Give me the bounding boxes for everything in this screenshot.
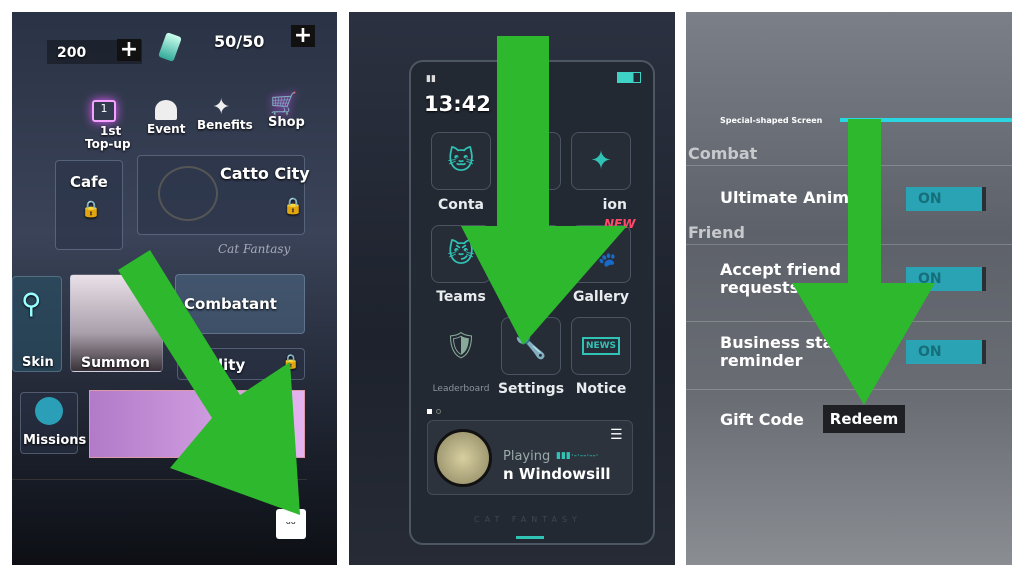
waveform-icon: ▮▮▮·-·--·--·: [556, 451, 599, 461]
skin-tile[interactable]: ⚲ Skin: [12, 276, 62, 372]
summon-tile[interactable]: Summon: [70, 274, 163, 372]
cafe-label: Cafe: [70, 173, 108, 191]
signal-icon: ▮▮: [426, 74, 436, 84]
notice-label[interactable]: Notice: [561, 381, 641, 397]
cat-fantasy-logo: Cat Fantasy: [218, 242, 291, 256]
skin-label: Skin: [22, 355, 54, 370]
missions-icon: [35, 397, 63, 425]
settings-icon[interactable]: 🔧: [501, 317, 561, 375]
playing-status: Playing: [503, 449, 551, 464]
business-reminder-label: Business stat reminder: [720, 333, 842, 370]
add-currency-button[interactable]: +: [117, 39, 141, 61]
home-indicator[interactable]: [516, 536, 544, 539]
hidden-app-icon[interactable]: [501, 132, 561, 190]
accept-friend-toggle[interactable]: ON: [906, 267, 982, 291]
track-title: n Windowsill: [503, 465, 611, 483]
top-up-label[interactable]: 1st: [100, 124, 121, 138]
lock-icon: 🔒: [282, 354, 300, 370]
divider: [686, 321, 1012, 322]
friends-label[interactable]: Fr s: [491, 289, 571, 305]
phone-menu-screen: ▮▮ 13:42 🐱 Conta ✦ ion 😼 Teams Fr s 🐾 NE…: [349, 12, 675, 565]
combatant-label: Combatant: [184, 295, 277, 313]
special-screen-slider[interactable]: [840, 118, 1012, 122]
event-icon[interactable]: [155, 100, 177, 120]
special-screen-label: Special-shaped Screen: [720, 116, 823, 125]
missions-tile[interactable]: Missions: [20, 392, 86, 454]
top-up-icon[interactable]: 1: [92, 100, 116, 122]
playlist-icon[interactable]: ☰: [610, 427, 623, 443]
hanger-icon: ⚲: [21, 287, 42, 320]
benefits-icon[interactable]: ✦: [212, 96, 236, 120]
radar-icon: [158, 166, 218, 221]
business-reminder-toggle[interactable]: ON: [906, 340, 982, 364]
divider: [686, 244, 1012, 245]
battery-icon: [617, 72, 641, 83]
lock-icon: 🔒: [81, 199, 101, 218]
event-button[interactable]: Event: [147, 122, 185, 136]
leaderboard-icon[interactable]: 🛡: [431, 317, 491, 375]
add-stamina-button[interactable]: +: [291, 25, 315, 47]
storm-banner[interactable]: [89, 390, 305, 458]
cat-menu-icon[interactable]: ᵕᵕ: [276, 509, 306, 539]
friends-icon[interactable]: [501, 225, 561, 283]
contacts-label[interactable]: Conta: [421, 197, 501, 213]
missions-label: Missions: [23, 433, 87, 448]
chat-label: AT: [284, 492, 295, 502]
contacts-app-icon[interactable]: 🐱: [431, 132, 491, 190]
shop-icon[interactable]: 🛒: [270, 92, 298, 117]
redeem-button[interactable]: Redeem: [823, 405, 905, 433]
gift-code-label: Gift Code: [720, 410, 804, 429]
summon-label: Summon: [81, 355, 150, 371]
divider: [12, 479, 307, 480]
star-moon-icon[interactable]: ✦: [571, 132, 631, 190]
leaderboard-label[interactable]: Leaderboard: [421, 384, 501, 394]
teams-label[interactable]: Teams: [421, 289, 501, 305]
music-player[interactable]: ☰ Playing ▮▮▮·-·--·--· n Windowsill: [427, 420, 633, 495]
album-art: [434, 429, 492, 487]
benefits-button[interactable]: Benefits: [197, 118, 253, 132]
footer-logo: CAT FANTASY: [474, 515, 582, 524]
ultimate-animation-label: Ultimate Anima: [720, 188, 860, 207]
ability-label: lity: [218, 356, 246, 374]
settings-label[interactable]: Settings: [491, 381, 571, 397]
divider: [686, 389, 1012, 390]
stamina-value: 50/50: [214, 32, 265, 51]
cafe-tile[interactable]: Cafe 🔒: [55, 160, 123, 250]
page-dot-active[interactable]: [427, 409, 432, 414]
lock-icon: 🔒: [283, 196, 303, 215]
currency-value: 200: [57, 45, 87, 61]
game-home-screen: 200 + 50/50 + 1 1st Top-up Event ✦ Benef…: [12, 12, 337, 565]
gallery-icon[interactable]: 🐾: [571, 225, 631, 283]
combat-section-title: Combat: [688, 144, 758, 163]
top-up-label-2[interactable]: Top-up: [85, 137, 131, 151]
gallery-label[interactable]: Gallery: [561, 289, 641, 305]
friend-section-title: Friend: [688, 223, 745, 242]
combatant-tile[interactable]: Combatant: [175, 274, 305, 334]
ability-tile[interactable]: lity 🔒: [177, 348, 305, 380]
accept-friend-label: Accept friend requests: [720, 260, 841, 297]
clock: 13:42: [424, 92, 491, 116]
new-badge: NEW: [604, 217, 636, 231]
shop-button[interactable]: Shop: [268, 115, 305, 130]
ultimate-animation-toggle[interactable]: ON: [906, 187, 982, 211]
stamina-icon: [158, 32, 182, 62]
catto-city-label: Catto City: [220, 164, 310, 183]
news-icon-text: NEWS: [581, 337, 621, 355]
divider: [686, 165, 1012, 166]
teams-icon[interactable]: 😼: [431, 225, 491, 283]
settings-screen: Special-shaped Screen Combat Ultimate An…: [686, 12, 1012, 565]
catto-city-tile[interactable]: Catto City 🔒: [137, 155, 310, 235]
page-dot[interactable]: [436, 409, 441, 414]
notice-icon[interactable]: NEWS: [571, 317, 631, 375]
app-label[interactable]: ion: [571, 197, 627, 213]
